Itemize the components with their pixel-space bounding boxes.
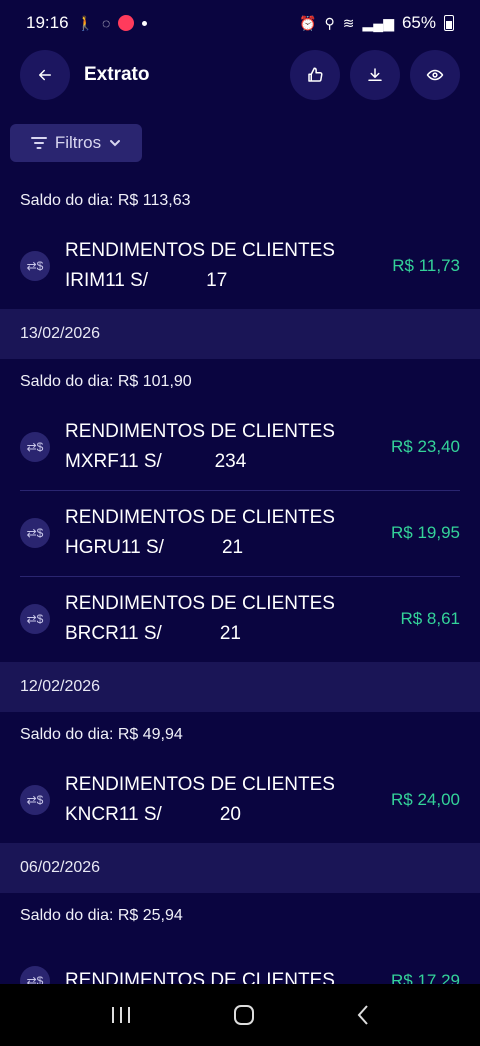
wifi-icon: ≋ xyxy=(342,15,355,31)
transaction-amount: R$ 24,00 xyxy=(391,790,460,809)
dollar-transfer-icon: ⇄$ xyxy=(20,432,50,462)
download-icon xyxy=(368,68,382,81)
transaction-amount: R$ 19,95 xyxy=(391,523,460,542)
back-button[interactable] xyxy=(20,50,70,100)
whatsapp-icon: ◌ xyxy=(101,15,111,31)
like-button[interactable] xyxy=(290,50,340,100)
recent-apps-icon[interactable] xyxy=(109,1005,133,1025)
transaction-row[interactable]: ⇄$ RENDIMENTOS DE CLIENTES MXRF11 S/ 234… xyxy=(0,404,480,490)
more-notifications-icon xyxy=(142,20,148,26)
transaction-row[interactable]: ⇄$ RENDIMENTOS DE CLIENTES R$ 17,29 xyxy=(0,938,480,984)
walking-icon: 🚶 xyxy=(76,15,94,31)
visibility-button[interactable] xyxy=(410,50,460,100)
transaction-amount: R$ 11,73 xyxy=(392,256,460,275)
transaction-row[interactable]: ⇄$ RENDIMENTOS DE CLIENTES IRIM11 S/ 17 … xyxy=(0,223,480,309)
dollar-transfer-icon: ⇄$ xyxy=(20,604,50,634)
app-header: Extrato xyxy=(0,46,480,104)
download-button[interactable] xyxy=(350,50,400,100)
transaction-title: RENDIMENTOS DE CLIENTES xyxy=(65,240,335,261)
transaction-title: RENDIMENTOS DE CLIENTES xyxy=(65,421,335,442)
app-notification-icon xyxy=(118,15,135,31)
filter-lines-icon xyxy=(30,137,47,149)
date-header: 12/02/2026 xyxy=(0,662,480,712)
transaction-detail: BRCR11 S/ 21 xyxy=(65,623,241,644)
arrow-left-icon xyxy=(39,69,51,81)
filters-button[interactable]: Filtros xyxy=(10,124,142,162)
transaction-row[interactable]: ⇄$ RENDIMENTOS DE CLIENTES KNCR11 S/ 20 … xyxy=(0,757,480,843)
transaction-detail: HGRU11 S/ 21 xyxy=(65,537,244,558)
thumbs-up-icon xyxy=(308,67,323,82)
day-balance: Saldo do dia: R$ 113,63 xyxy=(20,191,191,209)
statement-list[interactable]: Saldo do dia: R$ 113,63 ⇄$ RENDIMENTOS D… xyxy=(0,178,480,984)
dollar-transfer-icon: ⇄$ xyxy=(20,966,50,984)
location-icon: ⚲ xyxy=(324,15,335,31)
dollar-transfer-icon: ⇄$ xyxy=(20,785,50,815)
transaction-detail: IRIM11 S/ 17 xyxy=(65,270,228,291)
back-nav-icon[interactable] xyxy=(355,1003,371,1027)
battery-percent: 65% xyxy=(401,13,436,32)
signal-icon: ▂▄▆ xyxy=(362,15,394,31)
system-nav-bar xyxy=(0,984,480,1046)
dollar-transfer-icon: ⇄$ xyxy=(20,251,50,281)
filters-label: Filtros xyxy=(54,133,102,152)
transaction-row[interactable]: ⇄$ RENDIMENTOS DE CLIENTES BRCR11 S/ 21 … xyxy=(0,576,480,662)
status-bar: 19:16 🚶 ◌ ⏰ ⚲ ≋ ▂▄▆ 65% xyxy=(0,0,480,46)
transaction-row[interactable]: ⇄$ RENDIMENTOS DE CLIENTES HGRU11 S/ 21 … xyxy=(0,490,480,576)
date-header: 06/02/2026 xyxy=(0,843,480,893)
transaction-detail: MXRF11 S/ 234 xyxy=(65,451,247,472)
page-title: Extrato xyxy=(84,64,150,85)
eye-icon xyxy=(426,69,444,81)
day-balance: Saldo do dia: R$ 101,90 xyxy=(20,372,192,390)
day-balance: Saldo do dia: R$ 49,94 xyxy=(20,725,183,743)
date-header: 13/02/2026 xyxy=(0,309,480,359)
day-balance: Saldo do dia: R$ 25,94 xyxy=(20,906,183,924)
dollar-transfer-icon: ⇄$ xyxy=(20,518,50,548)
transaction-amount: R$ 17,29 xyxy=(391,971,460,984)
alarm-icon: ⏰ xyxy=(299,15,317,31)
transaction-title: RENDIMENTOS DE CLIENTES xyxy=(65,593,335,614)
status-time: 19:16 xyxy=(26,13,69,32)
battery-icon xyxy=(444,15,454,31)
transaction-detail: KNCR11 S/ 20 xyxy=(65,804,241,825)
transaction-title: RENDIMENTOS DE CLIENTES xyxy=(65,774,335,795)
home-icon[interactable] xyxy=(232,1003,256,1027)
transaction-amount: R$ 23,40 xyxy=(391,437,460,456)
transaction-amount: R$ 8,61 xyxy=(400,609,460,628)
transaction-title: RENDIMENTOS DE CLIENTES xyxy=(65,507,335,528)
transaction-title: RENDIMENTOS DE CLIENTES xyxy=(65,970,335,984)
chevron-down-icon xyxy=(110,140,121,147)
